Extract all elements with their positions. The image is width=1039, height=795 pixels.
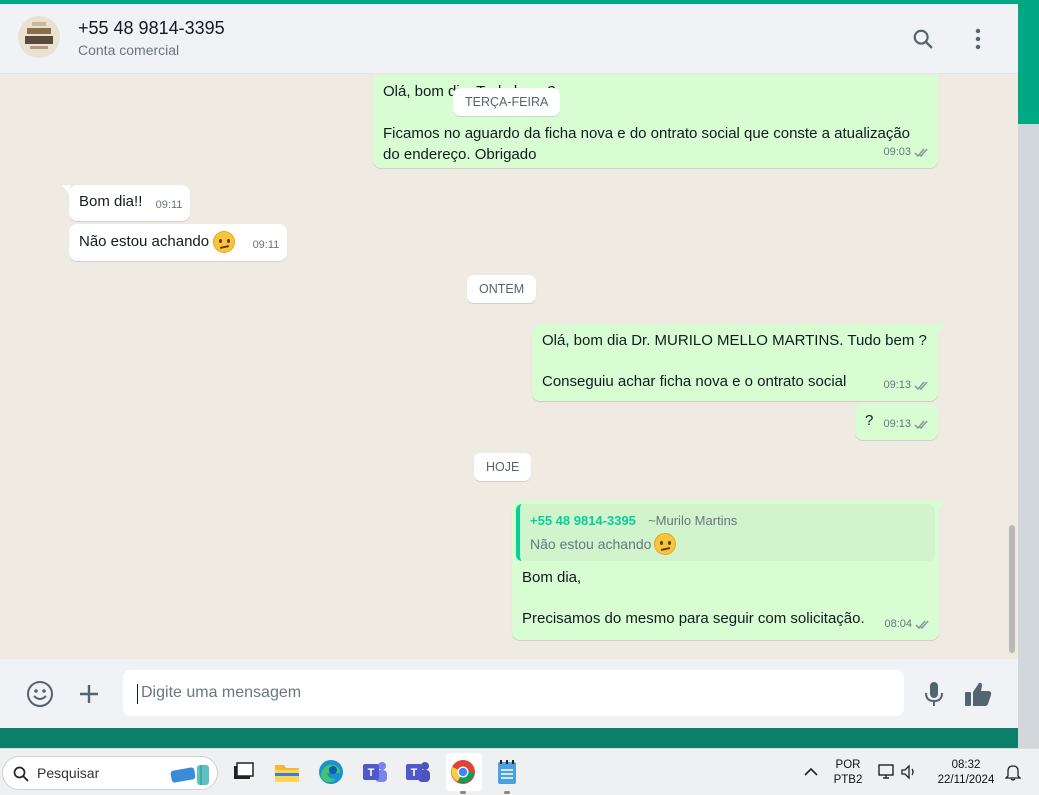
quoted-message[interactable]: +55 48 9814-3395 ~Murilo Martins Não est… bbox=[516, 504, 935, 561]
message-composer bbox=[0, 659, 1018, 728]
message-outgoing[interactable]: ? 09:13 bbox=[855, 404, 938, 440]
language-indicator[interactable]: POR PTB2 bbox=[830, 758, 866, 788]
notepad-icon[interactable] bbox=[492, 757, 522, 787]
double-check-icon bbox=[914, 381, 928, 391]
file-explorer-icon[interactable] bbox=[272, 757, 302, 787]
text-caret bbox=[137, 684, 138, 704]
chevron-up-icon[interactable] bbox=[796, 757, 826, 787]
confused-face-emoji-icon bbox=[213, 231, 236, 254]
windows-taskbar: Pesquisar T T POR PTB2 08:32 22/11/2024 bbox=[0, 748, 1039, 795]
menu-dots-icon[interactable] bbox=[965, 26, 991, 52]
message-meta: 09:13 bbox=[883, 414, 930, 435]
search-icon bbox=[13, 766, 29, 782]
double-check-icon bbox=[914, 420, 928, 430]
contact-subtitle: Conta comercial bbox=[78, 42, 180, 58]
message-text-line1: Olá, bom dia Dr. MURILO MELLO MARTINS. T… bbox=[542, 332, 927, 349]
chat-header: +55 48 9814-3395 Conta comercial bbox=[0, 4, 1018, 74]
clock-time: 08:32 bbox=[951, 759, 981, 771]
message-text-line1: Bom dia, bbox=[522, 569, 582, 586]
search-icon[interactable] bbox=[910, 26, 936, 52]
clock-date: 22/11/2024 bbox=[937, 774, 995, 786]
message-meta: 09:11 bbox=[156, 195, 183, 216]
message-meta: 09:03 bbox=[883, 142, 930, 163]
message-time: 09:11 bbox=[155, 199, 183, 211]
chat-scrollbar[interactable] bbox=[1009, 525, 1015, 653]
active-indicator bbox=[460, 791, 466, 794]
message-list[interactable]: Olá, bom dia. Tudo bem ? Ficamos no agua… bbox=[0, 75, 1018, 659]
message-text-line2: Precisamos do mesmo para seguir com soli… bbox=[522, 610, 865, 627]
window-edge bbox=[1018, 4, 1039, 124]
date-separator-today: HOJE bbox=[474, 453, 532, 481]
message-text: Não estou achando bbox=[79, 233, 210, 250]
message-text: ? bbox=[865, 412, 874, 429]
teams-icon[interactable]: T bbox=[360, 757, 390, 787]
taskbar-search[interactable]: Pesquisar bbox=[2, 756, 218, 790]
language-line1: POR bbox=[835, 759, 861, 771]
chrome-icon[interactable] bbox=[448, 757, 478, 787]
message-meta: 08:04 bbox=[884, 614, 931, 635]
message-time: 09:13 bbox=[883, 418, 911, 430]
message-text-line2: Conseguiu achar ficha nova e o ontrato s… bbox=[542, 373, 847, 390]
quoted-author-name: ~Murilo Martins bbox=[648, 513, 738, 528]
avatar[interactable] bbox=[18, 16, 60, 58]
date-separator-yesterday: ONTEM bbox=[467, 275, 537, 303]
plus-icon[interactable] bbox=[74, 679, 104, 709]
confused-face-emoji-icon bbox=[654, 533, 677, 555]
task-view-icon[interactable] bbox=[228, 757, 258, 787]
message-time: 09:03 bbox=[883, 146, 911, 158]
message-input[interactable] bbox=[123, 670, 904, 716]
emoji-icon[interactable] bbox=[25, 679, 55, 709]
message-time: 09:13 bbox=[883, 379, 911, 391]
message-meta: 09:11 bbox=[253, 235, 280, 256]
mic-icon[interactable] bbox=[919, 679, 949, 709]
message-incoming[interactable]: Não estou achando 09:11 bbox=[69, 224, 288, 261]
message-outgoing-reply[interactable]: +55 48 9814-3395 ~Murilo Martins Não est… bbox=[512, 500, 946, 640]
clock[interactable]: 08:32 22/11/2024 bbox=[928, 758, 1004, 788]
teams-work-icon[interactable]: T bbox=[403, 757, 433, 787]
message-incoming[interactable]: Bom dia!! 09:11 bbox=[62, 185, 191, 221]
travel-illustration-icon bbox=[170, 765, 209, 785]
double-check-icon bbox=[914, 148, 928, 158]
active-indicator bbox=[504, 791, 510, 794]
quoted-text: Não estou achando bbox=[530, 535, 652, 552]
window-edge-gray bbox=[1018, 124, 1039, 748]
taskbar-search-label: Pesquisar bbox=[37, 765, 100, 781]
svg-text:T: T bbox=[368, 767, 375, 779]
volume-icon[interactable] bbox=[894, 757, 924, 787]
contact-name[interactable]: +55 48 9814-3395 bbox=[78, 18, 225, 39]
date-separator-tuesday: TERÇA-FEIRA bbox=[453, 88, 561, 116]
whatsapp-window: +55 48 9814-3395 Conta comercial Olá, bo… bbox=[0, 4, 1018, 728]
message-text: Bom dia!! bbox=[79, 193, 143, 210]
message-time: 09:11 bbox=[252, 239, 280, 251]
message-meta: 09:13 bbox=[883, 375, 930, 396]
edge-browser-icon[interactable] bbox=[316, 757, 346, 787]
message-text: Ficamos no aguardo da ficha nova e do on… bbox=[383, 125, 911, 163]
quoted-author: +55 48 9814-3395 bbox=[530, 513, 636, 528]
message-time: 08:04 bbox=[884, 618, 912, 630]
message-outgoing[interactable]: Olá, bom dia Dr. MURILO MELLO MARTINS. T… bbox=[532, 324, 945, 401]
double-check-icon bbox=[915, 620, 929, 630]
thumbs-up-icon[interactable] bbox=[963, 679, 993, 709]
notification-bell-icon[interactable] bbox=[998, 757, 1028, 787]
language-line2: PTB2 bbox=[833, 774, 863, 786]
svg-text:T: T bbox=[411, 767, 418, 779]
